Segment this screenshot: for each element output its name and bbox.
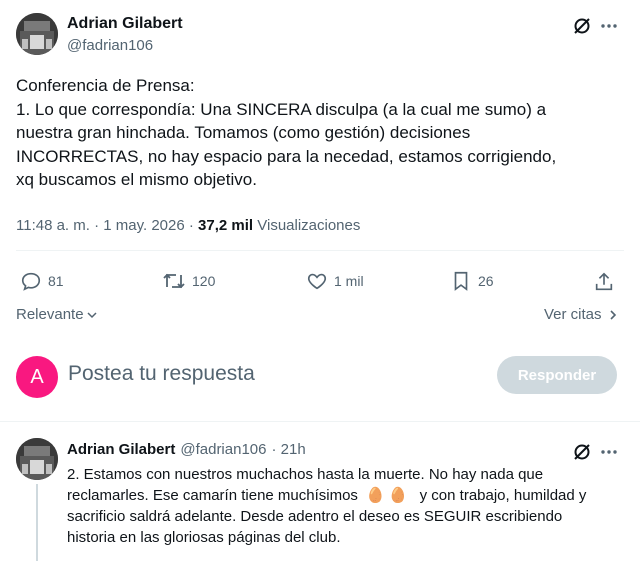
grok-slash-icon[interactable] — [570, 14, 594, 38]
grok-slash-icon[interactable] — [570, 440, 594, 464]
egg-emoji: 🥚🥚 — [366, 487, 412, 504]
tweet-text: Conferencia de Prensa: 1. Lo que corresp… — [16, 74, 626, 192]
reply-text-segment: y con trabajo, humildad y — [419, 487, 587, 504]
tweet-meta: 11:48 a. m. · 1 may. 2026 · 37,2 mil Vis… — [16, 217, 360, 234]
reply-text-line: 2. Estamos con nuestros muchachos hasta … — [67, 466, 544, 483]
author-name[interactable]: Adrian Gilabert — [67, 15, 183, 33]
tweet-text-line: xq buscamos el mismo objetivo. — [16, 170, 257, 189]
reply-input[interactable]: Postea tu respuesta — [68, 362, 478, 392]
bookmark-icon — [454, 271, 468, 291]
divider — [16, 250, 624, 251]
tweet-timestamp[interactable]: 11:48 a. m. · 1 may. 2026 · — [16, 217, 198, 234]
chevron-down-icon — [87, 311, 97, 318]
reply-author-handle[interactable]: @fadrian106 — [180, 441, 266, 458]
reply-icon — [21, 272, 41, 291]
reply-author-name[interactable]: Adrian Gilabert — [67, 441, 175, 458]
chevron-right-icon — [609, 309, 616, 320]
author-handle[interactable]: @fadrian106 — [67, 37, 153, 54]
reply-text-segment: reclamarles. Ese camarín tiene muchísimo… — [67, 487, 358, 504]
like-count: 1 mil — [334, 273, 364, 289]
heart-icon — [307, 273, 327, 290]
share-icon[interactable] — [592, 270, 616, 294]
reply-submit-button[interactable]: Responder — [497, 356, 617, 394]
tweet-text-line: Conferencia de Prensa: — [16, 76, 195, 95]
like-action[interactable]: 1 mil — [306, 270, 364, 292]
more-dots-icon[interactable] — [597, 440, 621, 464]
reply-text-line: sacrificio saldrá adelante. Desde adentr… — [67, 508, 563, 525]
views-count: 37,2 mil — [198, 217, 254, 234]
thread-line — [36, 484, 38, 561]
retweet-action[interactable]: 120 — [162, 270, 215, 292]
composer-avatar: A — [16, 356, 58, 398]
reply-text-line: historia en las gloriosas páginas del cl… — [67, 529, 341, 546]
tweet-text-line: nuestra gran hinchada. Tomamos (como ges… — [16, 123, 471, 142]
tweet-text-line: 1. Lo que correspondía: Una SINCERA disc… — [16, 99, 547, 119]
reply-author-avatar[interactable] — [16, 438, 58, 480]
tweet-text-line: INCORRECTAS, no hay espacio para la nece… — [16, 146, 557, 166]
view-quotes-label: Ver citas — [544, 306, 602, 323]
retweet-count: 120 — [192, 273, 216, 289]
author-avatar[interactable] — [16, 13, 58, 55]
reply-text-line: reclamarles. Ese camarín tiene muchísimo… — [67, 485, 632, 506]
reply-action[interactable]: 81 — [20, 270, 64, 292]
view-quotes-link[interactable]: Ver citas — [544, 306, 618, 323]
composer-avatar-letter: A — [30, 365, 44, 388]
divider — [0, 421, 640, 422]
reply-time[interactable]: · 21h — [271, 441, 305, 458]
sort-dropdown[interactable]: Relevante — [16, 306, 98, 323]
bookmark-action[interactable]: 26 — [450, 270, 494, 292]
bookmark-count: 26 — [478, 273, 494, 289]
sort-label: Relevante — [16, 306, 84, 323]
views-label: Visualizaciones — [257, 217, 361, 234]
reply-count: 81 — [48, 273, 64, 289]
reply-header: Adrian Gilabert @fadrian106 · 21h — [67, 441, 306, 458]
retweet-icon — [163, 273, 185, 289]
reply-text: 2. Estamos con nuestros muchachos hasta … — [67, 464, 632, 548]
more-dots-icon[interactable] — [597, 14, 621, 38]
